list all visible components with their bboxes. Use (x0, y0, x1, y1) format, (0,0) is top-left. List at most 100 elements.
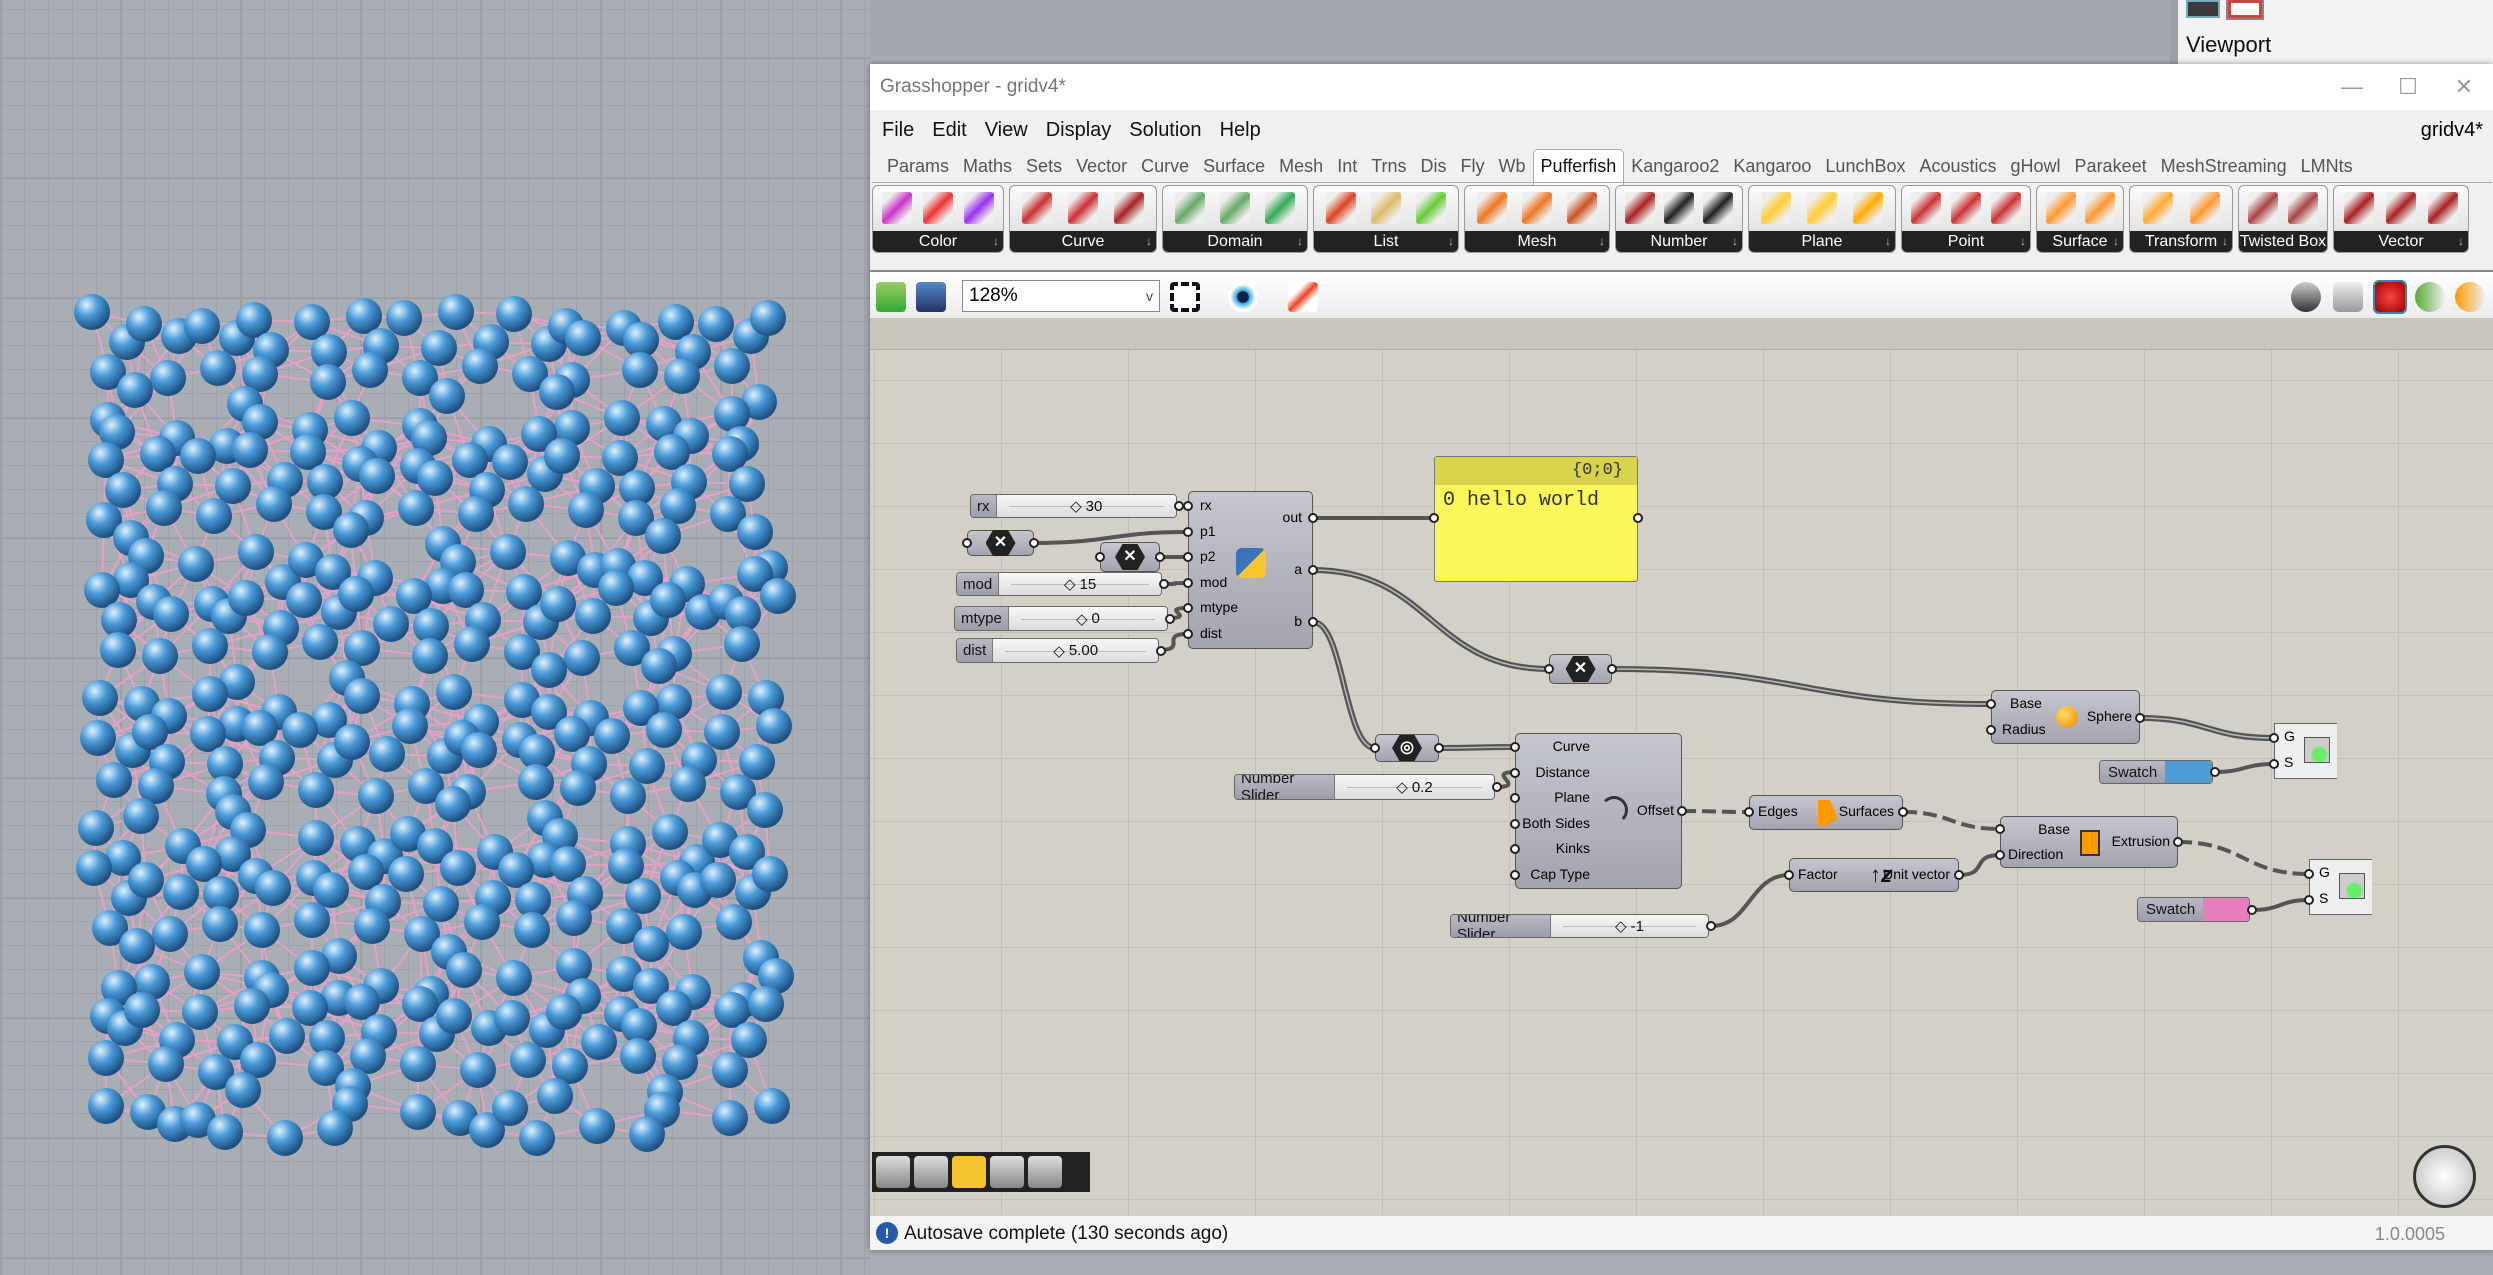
mod-slider[interactable]: mod ◇ 15 (956, 572, 1162, 596)
expression-icon[interactable] (914, 1156, 948, 1188)
tab-wb[interactable]: Wb (1492, 150, 1533, 182)
port[interactable] (1510, 818, 1520, 829)
component-icon[interactable] (1853, 192, 1883, 224)
component-icon[interactable] (963, 192, 994, 224)
dropdown-arrow-icon[interactable]: ↓ (1146, 231, 1152, 252)
minimize-button[interactable]: — (2327, 70, 2377, 104)
camera-icon[interactable] (2186, 0, 2220, 18)
component-icon[interactable] (1624, 192, 1655, 224)
port[interactable] (1954, 870, 1964, 880)
port[interactable] (1183, 603, 1193, 613)
ribbon-group-vector[interactable]: Vector ↓ (2333, 185, 2469, 253)
zoom-dropdown[interactable]: 128% v (962, 280, 1160, 312)
menu-view[interactable]: View (985, 110, 1028, 150)
param-p1[interactable]: ✕ (967, 530, 1034, 556)
component-icon[interactable] (2288, 192, 2318, 224)
port[interactable] (1165, 613, 1175, 624)
port[interactable] (1510, 869, 1520, 880)
tab-int[interactable]: Int (1330, 150, 1364, 182)
slider-track[interactable]: ◇ 0.2 (1335, 775, 1494, 799)
param-p2[interactable]: ✕ (1100, 542, 1160, 572)
component-icon[interactable] (2386, 192, 2416, 224)
gh-canvas[interactable]: rx ◇ 30 ✕ ✕ mod ◇ 15 mtype ◇ 0 dist ◇ 5.00 rx p1 p2 mod mt… (870, 350, 2493, 1215)
component-icon[interactable] (1022, 192, 1052, 224)
menu-file[interactable]: File (882, 110, 914, 150)
component-icon[interactable] (1068, 192, 1098, 224)
port[interactable] (1706, 921, 1716, 931)
mtype-slider[interactable]: mtype ◇ 0 (954, 606, 1168, 631)
component-icon[interactable] (2084, 192, 2115, 224)
port[interactable] (2173, 837, 2183, 847)
ribbon-group-mesh[interactable]: Mesh ↓ (1464, 185, 1610, 253)
slider-handle-icon[interactable]: ◇ (1053, 642, 1065, 660)
port[interactable] (1183, 526, 1193, 537)
info-icon[interactable]: ! (876, 1222, 898, 1244)
wireframe-preview-icon[interactable] (2333, 282, 2363, 312)
port[interactable] (1308, 617, 1318, 627)
port[interactable] (962, 538, 972, 548)
tab-ghowl[interactable]: gHowl (2004, 150, 2068, 182)
port[interactable] (1155, 552, 1165, 562)
component-icon[interactable] (1663, 192, 1694, 224)
component-icon[interactable] (1567, 192, 1598, 224)
port[interactable] (1986, 725, 1996, 735)
tab-acoustics[interactable]: Acoustics (1912, 150, 2003, 182)
navigation-compass-icon[interactable] (2413, 1145, 2476, 1208)
port[interactable] (1784, 870, 1794, 880)
port[interactable] (1510, 742, 1520, 752)
dropdown-arrow-icon[interactable]: ↓ (1885, 231, 1891, 252)
ribbon-group-plane[interactable]: Plane ↓ (1748, 185, 1896, 253)
tab-kangaroo2[interactable]: Kangaroo2 (1624, 150, 1726, 182)
port[interactable] (2304, 869, 2314, 879)
menu-edit[interactable]: Edit (932, 110, 966, 150)
preview-off-icon[interactable] (2291, 282, 2321, 312)
port[interactable] (1183, 501, 1193, 511)
component-icon[interactable] (1325, 192, 1356, 224)
tab-meshstreaming[interactable]: MeshStreaming (2154, 150, 2294, 182)
ribbon-group-color[interactable]: Color ↓ (872, 185, 1004, 253)
text-panel[interactable]: {0;0} 0 hello world (1434, 456, 1638, 582)
port[interactable] (1986, 699, 1996, 709)
rhino-viewport[interactable] (0, 0, 870, 1275)
slider-track[interactable]: ◇ 5.00 (993, 639, 1158, 662)
dropdown-arrow-icon[interactable]: ↓ (1448, 231, 1454, 252)
port[interactable] (1898, 807, 1908, 817)
port[interactable] (1434, 743, 1444, 753)
ribbon-group-transform[interactable]: Transform ↓ (2129, 185, 2233, 253)
viewport-frame-icon[interactable] (2226, 0, 2264, 20)
dropdown-arrow-icon[interactable]: ↓ (1732, 231, 1738, 252)
slider-handle-icon[interactable]: ◇ (1064, 575, 1076, 593)
component-icon[interactable] (1219, 192, 1250, 224)
component-icon[interactable] (1174, 192, 1205, 224)
port[interactable] (2135, 713, 2145, 723)
swatch-color[interactable] (2203, 898, 2249, 921)
component-icon[interactable] (1265, 192, 1296, 224)
zoom-extents-icon[interactable] (1170, 282, 1200, 312)
tab-kangaroo[interactable]: Kangaroo (1726, 150, 1818, 182)
slider-track[interactable]: ◇ 15 (999, 573, 1161, 595)
port[interactable] (1607, 664, 1617, 674)
component-icon[interactable] (2142, 192, 2173, 224)
slider-handle-icon[interactable]: ◇ (1070, 497, 1082, 515)
component-icon[interactable] (1703, 192, 1734, 224)
pick-point-icon[interactable] (990, 1156, 1024, 1188)
component-icon[interactable] (2428, 192, 2458, 224)
component-icon[interactable] (1911, 192, 1941, 224)
slider-track[interactable]: ◇ -1 (1551, 915, 1708, 937)
ribbon-group-point[interactable]: Point ↓ (1901, 185, 2031, 253)
menu-display[interactable]: Display (1046, 110, 1112, 150)
tab-dis[interactable]: Dis (1414, 150, 1454, 182)
ribbon-group-surface[interactable]: Surface ↓ (2036, 185, 2124, 253)
preview-eye-icon[interactable] (1228, 282, 1258, 312)
factor-slider[interactable]: Number Slider ◇ -1 (1450, 914, 1709, 938)
port[interactable] (1510, 793, 1520, 803)
component-icon[interactable] (1807, 192, 1837, 224)
slider-handle-icon[interactable]: ◇ (1615, 917, 1627, 935)
component-icon[interactable] (2344, 192, 2374, 224)
component-icon[interactable] (1761, 192, 1791, 224)
port[interactable] (1370, 743, 1380, 753)
dropdown-arrow-icon[interactable]: ↓ (993, 231, 999, 252)
port[interactable] (1633, 513, 1643, 523)
dropdown-arrow-icon[interactable]: ↓ (1599, 231, 1605, 252)
ribbon-group-list[interactable]: List ↓ (1313, 185, 1459, 253)
